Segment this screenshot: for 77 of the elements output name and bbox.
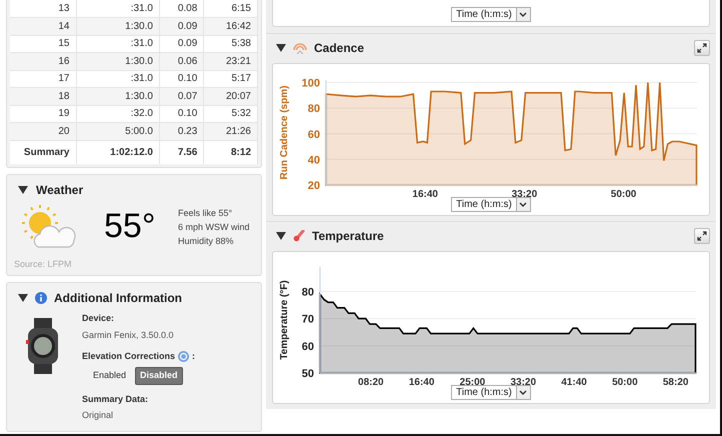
- summary-cell: 1:02:12.0: [76, 140, 160, 164]
- chevron-down-icon: [519, 390, 528, 395]
- cadence-icon: [293, 42, 307, 54]
- table-cell: 0.09: [159, 18, 204, 35]
- weather-detail: Humidity 88%: [178, 234, 235, 248]
- y-axis-title: Temperature (°F): [279, 280, 290, 360]
- panel-title: Weather: [36, 182, 84, 199]
- thermometer-icon: [293, 230, 305, 242]
- table-cell: 0.23: [159, 122, 204, 140]
- temperature-reading: 55°: [104, 206, 156, 247]
- summary-cell: 7.56: [159, 140, 204, 164]
- y-tick-label: 50: [302, 368, 314, 380]
- x-tick-label: 50:00: [612, 377, 638, 385]
- device-name: Garmin Fenix, 3.50.0.0: [82, 329, 175, 342]
- x-tick-label: 16:40: [408, 377, 434, 385]
- x-tick-label: 33:20: [512, 189, 538, 197]
- table-cell: 16:42: [204, 18, 258, 35]
- x-tick-label: 33:20: [510, 377, 536, 385]
- y-tick-label: 20: [308, 180, 320, 192]
- table-cell: 5:00.0: [76, 122, 160, 140]
- x-tick-label: 41:40: [561, 377, 587, 385]
- collapse-triangle-icon[interactable]: [276, 44, 286, 52]
- x-tick-label: 16:40: [412, 189, 438, 197]
- field-label: Summary Data:: [82, 392, 150, 406]
- table-cell: 18: [10, 88, 76, 105]
- collapse-triangle-icon[interactable]: [18, 186, 28, 194]
- field-label: Device:: [82, 312, 116, 324]
- y-tick-label: 80: [308, 103, 320, 116]
- axis-select[interactable]: Time (h:m:s): [451, 197, 531, 212]
- summary-cell: Summary: [10, 140, 76, 164]
- panel-title: Temperature: [312, 228, 384, 245]
- y-axis-title: Run Cadence (spm): [279, 86, 290, 180]
- x-tick-label: 25:00: [460, 377, 486, 385]
- chevron-down-icon: [519, 202, 528, 207]
- table-cell: 1:30.0: [76, 52, 160, 70]
- expand-button[interactable]: [694, 228, 710, 244]
- y-tick-label: 70: [302, 314, 314, 326]
- table-cell: 0.07: [159, 88, 204, 105]
- field-label: Elevation Corrections: [82, 350, 176, 362]
- table-cell: 23:21: [204, 52, 258, 70]
- x-tick-label: 08:20: [358, 377, 384, 385]
- summary-value: Original: [82, 409, 114, 422]
- table-cell: 21:26: [204, 122, 258, 140]
- weather-detail: Feels like 55°: [178, 206, 234, 220]
- chevron-down-icon: [519, 12, 528, 17]
- table-cell: 1:30.0: [76, 88, 160, 105]
- expand-icon: [697, 43, 707, 53]
- expand-icon: [697, 231, 707, 241]
- y-tick-label: 60: [308, 128, 320, 141]
- expand-button[interactable]: [694, 40, 710, 56]
- table-cell: 0.06: [159, 52, 204, 70]
- x-tick-label: 58:20: [662, 377, 688, 385]
- collapse-triangle-icon[interactable]: [18, 294, 28, 302]
- info-icon: [35, 292, 47, 304]
- weather-detail: 6 mph WSW wind: [178, 220, 250, 234]
- toggle-option[interactable]: Disabled: [135, 367, 183, 384]
- toggle-option[interactable]: Enabled: [88, 367, 132, 384]
- axis-select[interactable]: Time (h:m:s): [451, 385, 531, 400]
- y-tick-label: 80: [302, 286, 314, 298]
- panel-title: Additional Information: [54, 290, 182, 306]
- panel-title: Cadence: [314, 40, 364, 57]
- x-tick-label: 50:00: [610, 189, 636, 197]
- table-cell: 20: [10, 122, 76, 140]
- table-cell: 20:07: [204, 88, 258, 105]
- y-tick-label: 60: [302, 340, 314, 353]
- y-tick-label: 100: [302, 78, 320, 90]
- sun-cloud-icon: [22, 204, 78, 248]
- summary-cell: 8:12: [204, 140, 258, 164]
- colon-text: :: [192, 350, 196, 362]
- table-cell: 16: [10, 52, 76, 70]
- collapse-triangle-icon[interactable]: [276, 232, 286, 240]
- table-cell: 14: [10, 18, 76, 35]
- weather-source: Source: LFPM: [14, 258, 73, 271]
- axis-select[interactable]: Time (h:m:s): [451, 7, 531, 22]
- watch-drawing: [26, 318, 60, 374]
- table-cell: 1:30.0: [76, 18, 160, 35]
- y-tick-label: 40: [308, 154, 320, 166]
